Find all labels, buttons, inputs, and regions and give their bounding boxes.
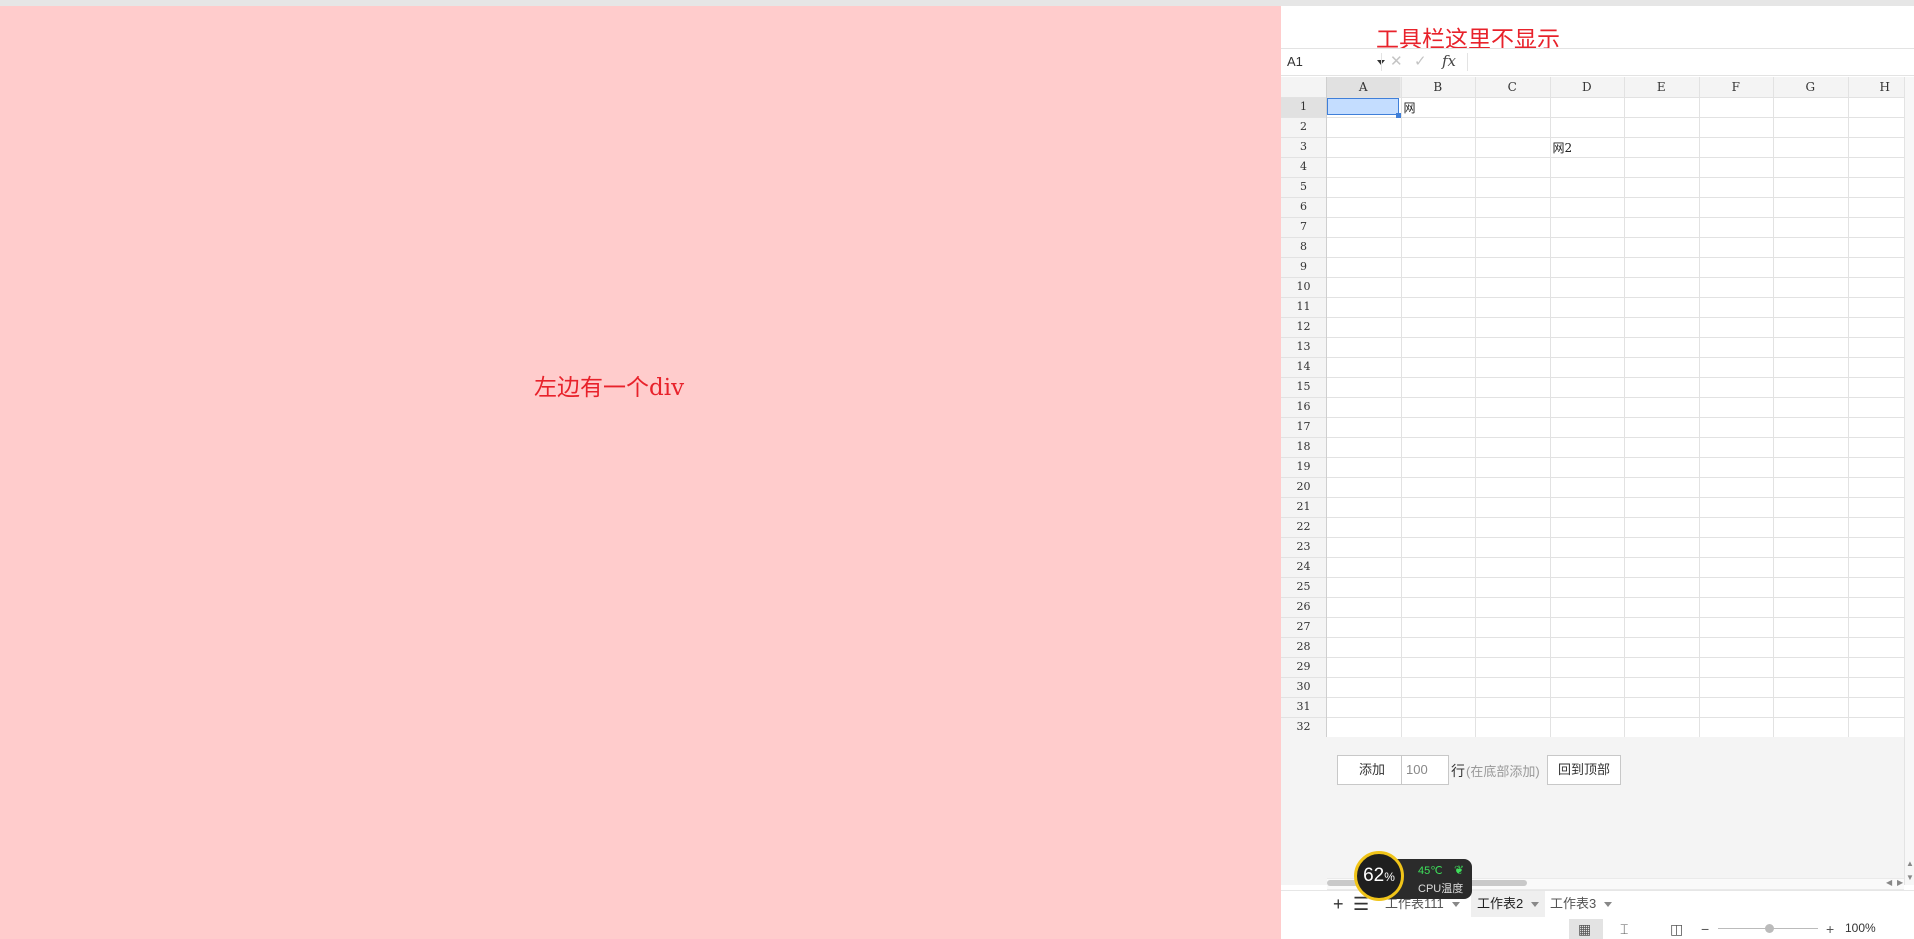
cpu-temperature-label: CPU温度: [1418, 883, 1464, 895]
row-header-29[interactable]: 29: [1281, 657, 1326, 677]
row-header-1[interactable]: 1: [1281, 97, 1326, 117]
zoom-out-icon[interactable]: −: [1701, 921, 1709, 937]
row-header-18[interactable]: 18: [1281, 437, 1326, 457]
scroll-up-icon[interactable]: ▲: [1906, 859, 1914, 868]
row-header-32[interactable]: 32: [1281, 717, 1326, 737]
cpu-usage-value: 62: [1363, 865, 1385, 886]
vertical-scrollbar[interactable]: ▲ ▼: [1904, 77, 1914, 885]
grid-lines: [1281, 77, 1904, 737]
row-header-19[interactable]: 19: [1281, 457, 1326, 477]
column-header-c[interactable]: C: [1475, 77, 1550, 97]
cpu-temperature: 45℃: [1418, 865, 1443, 877]
sheet-tab-label: 工作表3: [1550, 896, 1597, 911]
row-header-30[interactable]: 30: [1281, 677, 1326, 697]
row-header-4[interactable]: 4: [1281, 157, 1326, 177]
row-header-15[interactable]: 15: [1281, 377, 1326, 397]
column-header-a[interactable]: A: [1326, 77, 1401, 97]
column-header-d[interactable]: D: [1550, 77, 1625, 97]
column-header-g[interactable]: G: [1773, 77, 1848, 97]
row-header-11[interactable]: 11: [1281, 297, 1326, 317]
formula-bar: A1 ✕ ✓ fx: [1281, 48, 1914, 76]
page-break-view-icon[interactable]: ⌶: [1620, 921, 1628, 938]
cpu-monitor-widget[interactable]: 62% 45℃ ❦ CPU温度: [1354, 851, 1472, 905]
row-header-14[interactable]: 14: [1281, 357, 1326, 377]
cell-grid[interactable]: ABCDEFGH 1 2 3 4 5 6 7 8 9 10 11 12 13 14 15 16 17 18 19 20…: [1281, 77, 1914, 737]
zoom-slider-knob[interactable]: [1765, 924, 1774, 933]
row-header-26[interactable]: 26: [1281, 597, 1326, 617]
sheet-tab-2[interactable]: 工作表2: [1471, 891, 1546, 917]
back-to-top-button[interactable]: 回到顶部: [1547, 755, 1621, 785]
leaf-icon: ❦: [1454, 863, 1465, 877]
sheet-tab-3[interactable]: 工作表3: [1544, 891, 1618, 917]
add-rows-button[interactable]: 添加: [1337, 755, 1407, 785]
row-header-12[interactable]: 12: [1281, 317, 1326, 337]
cpu-usage-unit: %: [1384, 870, 1395, 884]
name-box[interactable]: A1: [1287, 53, 1387, 71]
row-header-23[interactable]: 23: [1281, 537, 1326, 557]
cpu-usage-gauge: 62%: [1354, 851, 1404, 901]
row-header-9[interactable]: 9: [1281, 257, 1326, 277]
chevron-down-icon[interactable]: [1604, 902, 1613, 908]
name-box-value: A1: [1287, 54, 1303, 69]
left-div-panel: 左边有一个div: [0, 6, 1281, 939]
row-header-7[interactable]: 7: [1281, 217, 1326, 237]
selected-cell-a1[interactable]: [1327, 98, 1399, 115]
rows-count-input[interactable]: 100: [1401, 755, 1449, 785]
row-header-3[interactable]: 3: [1281, 137, 1326, 157]
row-header-17[interactable]: 17: [1281, 417, 1326, 437]
scroll-down-icon[interactable]: ▼: [1906, 873, 1914, 882]
column-header-f[interactable]: F: [1699, 77, 1774, 97]
chevron-down-icon[interactable]: [1531, 902, 1540, 908]
column-header-b[interactable]: B: [1401, 77, 1476, 97]
column-header-e[interactable]: E: [1624, 77, 1699, 97]
scroll-right-icon[interactable]: ▶: [1897, 878, 1903, 887]
cell-d3[interactable]: 网2: [1553, 138, 1573, 158]
fx-icon[interactable]: fx: [1442, 52, 1456, 70]
row-header-25[interactable]: 25: [1281, 577, 1326, 597]
sheet-tab-label: 工作表2: [1477, 896, 1524, 911]
spreadsheet-panel: 工具栏这里不显示 A1 ✕ ✓ fx ABCDEFGH 1 2 3 4 5 6 7 8 9 10 1…: [1281, 6, 1914, 939]
row-header-21[interactable]: 21: [1281, 497, 1326, 517]
row-header-27[interactable]: 27: [1281, 617, 1326, 637]
zoom-in-icon[interactable]: +: [1826, 921, 1834, 937]
row-header-13[interactable]: 13: [1281, 337, 1326, 357]
zoom-level: 100%: [1845, 921, 1876, 935]
add-sheet-icon[interactable]: +: [1333, 894, 1344, 915]
fill-handle[interactable]: [1396, 113, 1401, 118]
normal-view-icon[interactable]: ▦: [1578, 921, 1591, 938]
row-header-2[interactable]: 2: [1281, 117, 1326, 137]
cell-b1[interactable]: 网: [1404, 98, 1416, 118]
row-header-22[interactable]: 22: [1281, 517, 1326, 537]
left-div-caption: 左边有一个div: [534, 375, 685, 401]
row-header-6[interactable]: 6: [1281, 197, 1326, 217]
page-layout-view-icon[interactable]: ◫: [1670, 921, 1683, 938]
scroll-left-icon[interactable]: ◀: [1886, 878, 1892, 887]
row-header-31[interactable]: 31: [1281, 697, 1326, 717]
row-header-24[interactable]: 24: [1281, 557, 1326, 577]
divider: [1381, 53, 1382, 71]
rows-unit-label: 行: [1451, 763, 1465, 779]
row-header-5[interactable]: 5: [1281, 177, 1326, 197]
status-bar: ▦ ⌶ ◫ − + 100%: [1281, 918, 1914, 939]
cancel-icon[interactable]: ✕: [1390, 52, 1403, 70]
row-header-10[interactable]: 10: [1281, 277, 1326, 297]
row-header-8[interactable]: 8: [1281, 237, 1326, 257]
rows-hint-label: (在底部添加): [1466, 764, 1540, 779]
row-header-16[interactable]: 16: [1281, 397, 1326, 417]
row-header-20[interactable]: 20: [1281, 477, 1326, 497]
confirm-icon[interactable]: ✓: [1414, 52, 1427, 70]
divider: [1467, 53, 1468, 71]
row-header-28[interactable]: 28: [1281, 637, 1326, 657]
